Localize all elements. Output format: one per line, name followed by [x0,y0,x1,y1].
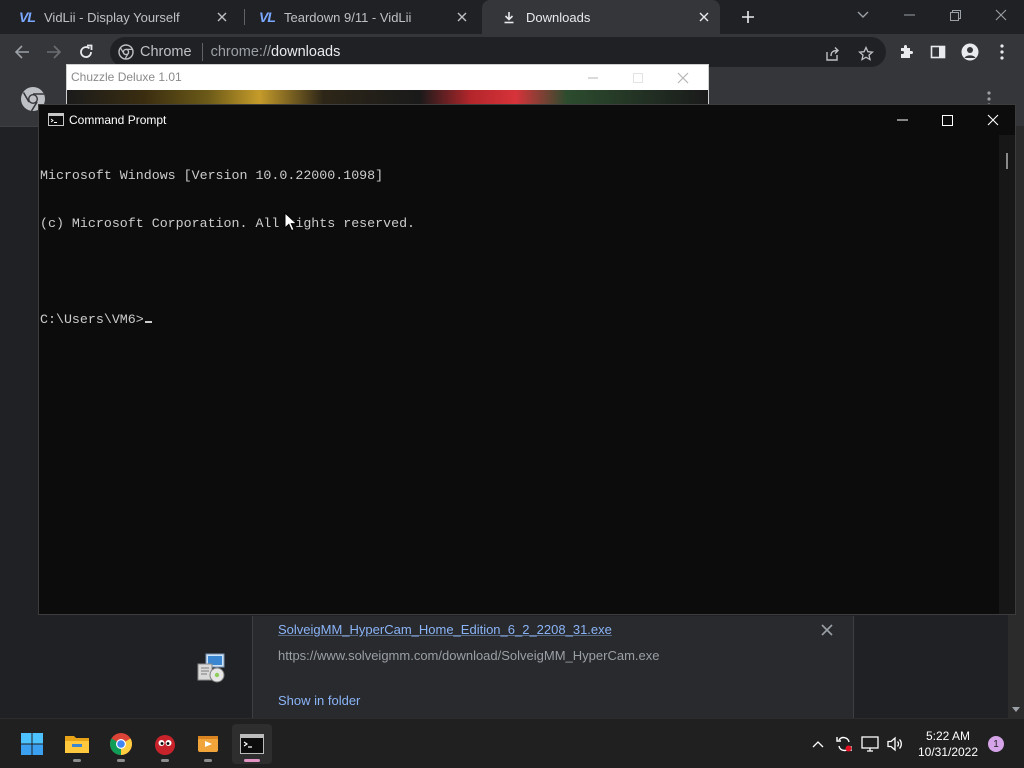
console-output[interactable]: Microsoft Windows [Version 10.0.22000.10… [39,136,1000,606]
show-hidden-icons-chevron-icon[interactable] [808,734,828,754]
vidlii-logo-icon: VL [19,9,36,25]
restore-button[interactable] [932,0,978,30]
start-button[interactable] [12,724,52,764]
command-prompt-taskbar-button[interactable] [232,724,272,764]
active-indicator [244,759,260,762]
chrome-logo-icon [118,44,134,60]
console-line: Microsoft Windows [Version 10.0.22000.10… [40,168,384,183]
running-indicator [73,759,81,762]
vidlii-logo-icon: VL [259,9,276,25]
clock-date: 10/31/2022 [917,745,979,759]
download-source-url[interactable]: https://www.solveigmm.com/download/Solve… [278,648,659,663]
chrome-icon [110,733,132,755]
side-panel-icon[interactable] [924,38,952,66]
download-item: SolveigMM_HyperCam_Home_Edition_6_2_2208… [252,616,854,718]
forward-button[interactable] [40,38,68,66]
cmd-scrollbar-thumb[interactable] [1006,153,1008,169]
maximize-icon[interactable] [628,68,648,88]
cmd-title-bar[interactable]: Command Prompt [39,105,1015,135]
console-line: (c) Microsoft Corporation. All rights re… [40,216,416,231]
file-explorer-icon [65,736,89,753]
scroll-down-arrow-icon[interactable] [1011,704,1021,714]
profile-avatar-icon[interactable] [956,38,984,66]
maximize-button[interactable] [924,105,970,135]
command-prompt-icon [48,113,64,126]
bookmark-star-icon[interactable] [856,44,876,64]
minimize-button[interactable] [886,0,932,30]
new-tab-button[interactable] [738,7,758,27]
volume-icon[interactable] [885,734,905,754]
address-bar[interactable]: Chrome chrome://downloads [110,37,886,67]
chuzzle-icon [155,735,175,755]
cmd-scrollbar[interactable] [999,135,1015,614]
minimize-icon[interactable] [583,68,603,88]
notification-badge[interactable]: 1 [988,736,1004,752]
download-filename-link[interactable]: SolveigMM_HyperCam_Home_Edition_6_2_2208… [278,622,612,637]
more-menu-icon[interactable] [988,38,1016,66]
tab-vidlii-teardown[interactable]: VL Teardown 9/11 - VidLii [240,0,478,34]
running-indicator [204,759,212,762]
tab-title: Teardown 9/11 - VidLii [284,9,412,25]
file-explorer-button[interactable] [57,724,97,764]
network-icon[interactable] [860,734,880,754]
chrome-taskbar-button[interactable] [101,724,141,764]
taskbar: 5:22 AM 10/31/2022 1 [0,718,1024,768]
remove-download-icon[interactable] [819,622,835,638]
share-icon[interactable] [822,44,842,64]
start-icon [21,733,43,755]
tab-strip: VL VidLii - Display Yourself VL Teardown… [0,0,1024,34]
tab-search-button[interactable] [840,0,886,30]
url-scheme: chrome:// [210,44,272,60]
media-player-icon [198,736,218,752]
extensions-icon[interactable] [892,38,920,66]
chuzzle-taskbar-button[interactable] [145,724,185,764]
tab-title: VidLii - Display Yourself [44,9,180,25]
console-prompt-line[interactable]: C:\Users\VM6> [40,312,1000,328]
mouse-pointer-icon [284,212,298,232]
command-prompt-window[interactable]: Command Prompt Microsoft Windows [Versio… [38,104,1016,615]
omnibox-divider [201,43,203,61]
media-player-taskbar-button[interactable] [188,724,228,764]
url-host: downloads [271,44,341,60]
close-window-button[interactable] [978,0,1024,30]
chuzzle-window-title: Chuzzle Deluxe 1.01 [71,70,182,84]
text-cursor [144,321,152,323]
tab-title: Downloads [526,9,591,25]
running-indicator [161,759,169,762]
site-chip[interactable]: Chrome [140,44,192,60]
download-icon [500,9,518,25]
close-button[interactable] [970,105,1016,135]
close-icon[interactable] [214,9,230,25]
running-indicator [117,759,125,762]
command-prompt-icon [240,734,264,754]
back-button[interactable] [8,38,36,66]
taskbar-clock[interactable]: 5:22 AM 10/31/2022 [912,728,984,760]
clock-time: 5:22 AM [925,729,971,743]
minimize-button[interactable] [879,105,925,135]
cmd-window-title: Command Prompt [69,113,167,127]
installer-file-icon [196,652,228,684]
reload-button[interactable] [72,38,100,66]
tab-downloads[interactable]: Downloads [482,0,720,34]
close-icon[interactable] [454,9,470,25]
sync-status-icon[interactable] [834,734,854,754]
console-prompt: C:\Users\VM6> [40,312,144,327]
tab-vidlii-home[interactable]: VL VidLii - Display Yourself [0,0,238,34]
close-icon[interactable] [696,9,712,25]
close-icon[interactable] [673,68,693,88]
show-in-folder-link[interactable]: Show in folder [278,693,360,708]
